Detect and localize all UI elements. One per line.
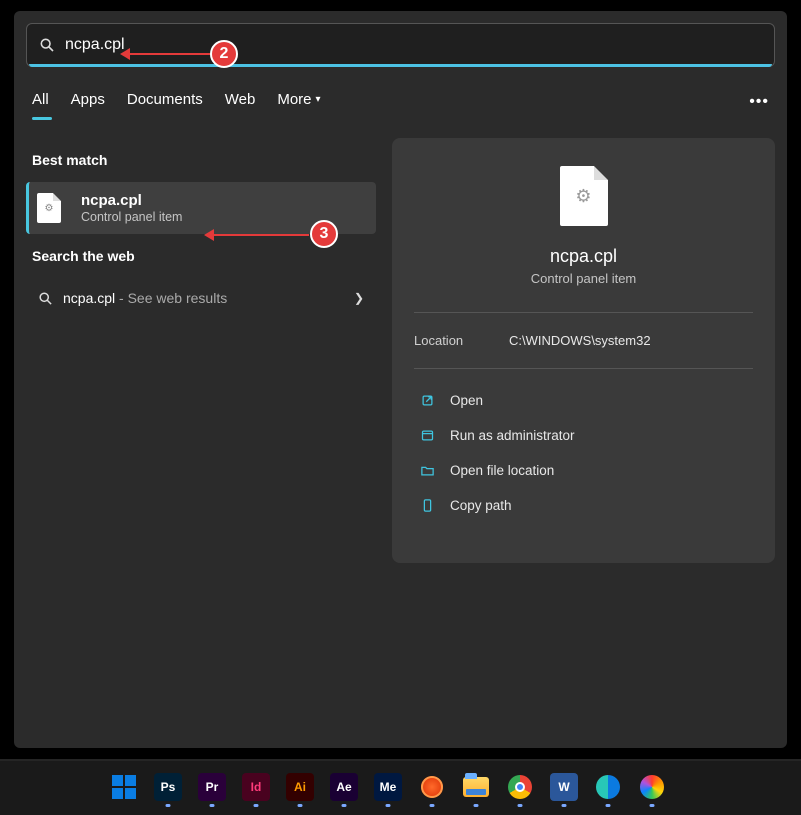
- section-search-web: Search the web: [32, 248, 376, 264]
- tab-more[interactable]: More ▾: [277, 91, 320, 118]
- action-run-admin-label: Run as administrator: [450, 428, 575, 443]
- ring-icon: [640, 775, 664, 799]
- annotation-badge-3: 3: [310, 220, 338, 248]
- search-bar[interactable]: [26, 23, 775, 67]
- taskbar-app-generic-2[interactable]: [638, 773, 666, 801]
- action-open-label: Open: [450, 393, 483, 408]
- detail-location-label: Location: [414, 333, 509, 348]
- search-input[interactable]: [65, 36, 764, 54]
- action-open[interactable]: Open: [414, 383, 753, 418]
- tab-documents[interactable]: Documents: [127, 91, 203, 118]
- best-match-text: ncpa.cpl Control panel item: [81, 192, 182, 224]
- chevron-down-icon: ▾: [316, 94, 321, 105]
- detail-actions: Open Run as administrator: [414, 383, 753, 523]
- taskbar: Ps Pr Id Ai Ae Me W: [0, 759, 801, 815]
- detail-subtitle: Control panel item: [531, 271, 637, 286]
- action-copy-path-label: Copy path: [450, 498, 512, 513]
- annotation-badge-2: 2: [210, 40, 238, 68]
- web-result-term: ncpa.cpl: [63, 290, 115, 306]
- windows-logo-icon: [112, 775, 136, 799]
- gear-icon: ⚙: [575, 186, 591, 207]
- detail-location-row: Location C:\WINDOWS\system32: [414, 313, 753, 368]
- edge-icon: [596, 775, 620, 799]
- results-left-column: Best match ⚙ ncpa.cpl Control panel item…: [26, 138, 376, 563]
- divider: [414, 368, 753, 369]
- best-match-subtitle: Control panel item: [81, 210, 182, 224]
- control-panel-item-icon: ⚙: [29, 193, 69, 223]
- taskbar-app-edge[interactable]: [594, 773, 622, 801]
- annotation-arrow-2: [130, 53, 210, 55]
- sun-icon: [421, 776, 443, 798]
- folder-icon: [463, 777, 489, 797]
- detail-location-value: C:\WINDOWS\system32: [509, 333, 651, 348]
- folder-icon: [418, 463, 436, 478]
- search-icon: [38, 291, 53, 306]
- taskbar-app-aftereffects[interactable]: Ae: [330, 773, 358, 801]
- action-copy-path[interactable]: Copy path: [414, 488, 753, 523]
- taskbar-app-photoshop[interactable]: Ps: [154, 773, 182, 801]
- open-external-icon: [418, 393, 436, 408]
- section-best-match: Best match: [32, 152, 376, 168]
- tab-all[interactable]: All: [32, 91, 49, 118]
- action-open-loc-label: Open file location: [450, 463, 554, 478]
- annotation-arrow-3: [214, 234, 309, 236]
- action-open-file-location[interactable]: Open file location: [414, 453, 753, 488]
- control-panel-item-icon: ⚙: [560, 166, 608, 226]
- taskbar-app-indesign[interactable]: Id: [242, 773, 270, 801]
- results-area: Best match ⚙ ncpa.cpl Control panel item…: [26, 138, 775, 563]
- options-button[interactable]: •••: [749, 93, 769, 111]
- taskbar-app-generic[interactable]: [418, 773, 446, 801]
- action-run-as-administrator[interactable]: Run as administrator: [414, 418, 753, 453]
- taskbar-app-file-explorer[interactable]: [462, 773, 490, 801]
- tab-apps[interactable]: Apps: [71, 91, 105, 118]
- filter-tabs: All Apps Documents Web More ▾ •••: [26, 67, 775, 128]
- taskbar-app-illustrator[interactable]: Ai: [286, 773, 314, 801]
- web-result-label: ncpa.cpl - See web results: [63, 290, 227, 306]
- tab-web[interactable]: Web: [225, 91, 256, 118]
- shield-icon: [418, 428, 436, 443]
- web-result-suffix: - See web results: [115, 290, 227, 306]
- taskbar-app-chrome[interactable]: [506, 773, 534, 801]
- chevron-right-icon: ❯: [354, 291, 364, 305]
- result-detail-pane: ⚙ ncpa.cpl Control panel item Location C…: [392, 138, 775, 563]
- web-search-result[interactable]: ncpa.cpl - See web results ❯: [26, 278, 376, 318]
- copy-icon: [418, 498, 436, 513]
- taskbar-app-mediaencoder[interactable]: Me: [374, 773, 402, 801]
- start-button[interactable]: [110, 773, 138, 801]
- chrome-icon: [508, 775, 532, 799]
- detail-title: ncpa.cpl: [550, 246, 617, 267]
- tab-more-label: More: [277, 91, 311, 108]
- search-icon: [39, 37, 55, 53]
- gear-icon: ⚙: [45, 203, 54, 214]
- start-search-panel: All Apps Documents Web More ▾ ••• Best m…: [14, 11, 787, 748]
- taskbar-app-premiere[interactable]: Pr: [198, 773, 226, 801]
- best-match-title: ncpa.cpl: [81, 192, 182, 209]
- taskbar-app-word[interactable]: W: [550, 773, 578, 801]
